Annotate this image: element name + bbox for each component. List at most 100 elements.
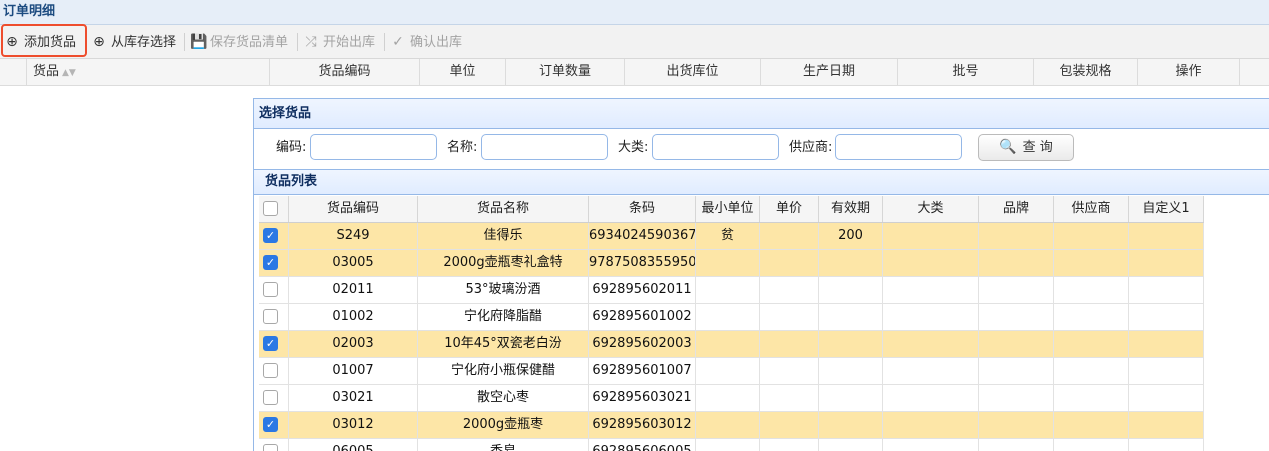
cell-code: 06005	[289, 439, 418, 451]
cell-code: 02011	[289, 277, 418, 303]
column-header-min-unit[interactable]: 最小单位	[696, 196, 760, 222]
add-goods-highlight	[1, 24, 87, 57]
cell-expiry	[819, 385, 883, 411]
column-header-category[interactable]: 大类	[883, 196, 979, 222]
category-input[interactable]	[652, 134, 779, 160]
cell-code: 03005	[289, 250, 418, 276]
row-checkbox-cell	[259, 358, 289, 384]
search-icon: 🔍	[999, 139, 1017, 155]
cell-category	[883, 331, 979, 357]
table-row[interactable]: 01007 宁化府小瓶保健醋 692895601007	[259, 358, 1204, 385]
row-checkbox[interactable]	[263, 444, 278, 451]
column-header-custom1[interactable]: 自定义1	[1129, 196, 1204, 222]
save-goods-list-button[interactable]: 💾 保存货品清单	[190, 29, 288, 55]
check-circle-icon: ✓	[392, 34, 404, 50]
confirm-outbound-button[interactable]: ✓ 确认出库	[390, 29, 462, 55]
column-header-action[interactable]: 操作	[1138, 59, 1240, 85]
table-row[interactable]: ✓ 03005 2000g壶瓶枣礼盒特 9787508355950	[259, 250, 1204, 277]
select-all-checkbox[interactable]	[263, 201, 278, 216]
cell-supplier	[1054, 304, 1129, 330]
row-checkbox[interactable]: ✓	[263, 228, 278, 243]
row-checkbox[interactable]	[263, 282, 278, 297]
toolbar-divider	[384, 33, 385, 51]
column-header-brand[interactable]: 品牌	[979, 196, 1054, 222]
row-checkbox[interactable]: ✓	[263, 255, 278, 270]
supplier-input[interactable]	[835, 134, 962, 160]
column-header-expiry[interactable]: 有效期	[819, 196, 883, 222]
cell-price	[760, 223, 819, 249]
cell-custom1	[1129, 223, 1204, 249]
cell-price	[760, 304, 819, 330]
select-from-stock-button[interactable]: ⊕ 从库存选择	[91, 29, 176, 55]
column-header-order-qty[interactable]: 订单数量	[506, 59, 625, 85]
column-header-package-spec[interactable]: 包装规格	[1034, 59, 1138, 85]
cell-brand	[979, 304, 1054, 330]
shuffle-icon: ⤮	[305, 34, 317, 50]
cell-category	[883, 385, 979, 411]
cell-brand	[979, 277, 1054, 303]
row-checkbox[interactable]	[263, 363, 278, 378]
goods-list-title: 货品列表	[254, 169, 1269, 195]
cell-supplier	[1054, 277, 1129, 303]
plus-circle-icon: ⊕	[93, 34, 105, 50]
column-header-code[interactable]: 货品编码	[289, 196, 418, 222]
table-row[interactable]: ✓ 02003 10年45°双瓷老白汾 692895602003	[259, 331, 1204, 358]
column-header-name[interactable]: 货品名称	[418, 196, 589, 222]
row-checkbox-cell	[259, 439, 289, 451]
column-header-supplier[interactable]: 供应商	[1054, 196, 1129, 222]
table-row[interactable]: 06005香皂692895606005	[259, 439, 1204, 451]
cell-code: 01002	[289, 304, 418, 330]
row-checkbox[interactable]: ✓	[263, 417, 278, 432]
cell-barcode: 6934024590367	[589, 223, 696, 249]
column-header-batch[interactable]: 批号	[898, 59, 1034, 85]
column-header-location[interactable]: 出货库位	[625, 59, 761, 85]
cell-barcode: 692895602003	[589, 331, 696, 357]
row-checkbox[interactable]	[263, 390, 278, 405]
panel-title: 订单明细	[0, 0, 1269, 25]
cell-brand	[979, 223, 1054, 249]
cell-supplier	[1054, 385, 1129, 411]
column-header-unit[interactable]: 单位	[420, 59, 506, 85]
column-header-production-date[interactable]: 生产日期	[761, 59, 898, 85]
cell-custom1	[1129, 331, 1204, 357]
table-row[interactable]: 02011 53°玻璃汾酒 692895602011	[259, 277, 1204, 304]
start-outbound-button[interactable]: ⤮ 开始出库	[303, 29, 375, 55]
goods-grid: 货品编码 货品名称 条码 最小单位 单价 有效期 大类 品牌 供应商 自定义1 …	[259, 196, 1204, 451]
cell-barcode: 692895606005	[589, 439, 696, 451]
cell-barcode: 692895601007	[589, 358, 696, 384]
cell-supplier	[1054, 250, 1129, 276]
cell-expiry	[819, 331, 883, 357]
cell-barcode: 692895603012	[589, 412, 696, 438]
table-row[interactable]: 03021 散空心枣 692895603021	[259, 385, 1204, 412]
dialog-title: 选择货品	[254, 99, 1269, 129]
select-goods-dialog: 选择货品 编码: 名称: 大类: 供应商: 🔍 查 询 货品列表 货品编码 货品名…	[253, 98, 1269, 451]
table-row[interactable]: 01002 宁化府降脂醋 692895601002	[259, 304, 1204, 331]
search-form: 编码: 名称: 大类: 供应商: 🔍 查 询	[254, 130, 1269, 166]
save-icon: 💾	[190, 34, 208, 50]
cell-name: 2000g壶瓶枣礼盒特	[418, 250, 589, 276]
column-header-barcode[interactable]: 条码	[589, 196, 696, 222]
cell-expiry	[819, 439, 883, 451]
table-row[interactable]: ✓ S249 佳得乐 6934024590367 贫 200	[259, 223, 1204, 250]
row-checkbox[interactable]: ✓	[263, 336, 278, 351]
sort-icon: ▲▼	[62, 68, 76, 78]
column-header-goods-code[interactable]: 货品编码	[270, 59, 420, 85]
table-row[interactable]: ✓ 03012 2000g壶瓶枣 692895603012	[259, 412, 1204, 439]
code-input[interactable]	[310, 134, 437, 160]
column-header-goods[interactable]: 货品 ▲▼	[27, 59, 270, 85]
row-checkbox-cell: ✓	[259, 331, 289, 357]
cell-category	[883, 304, 979, 330]
cell-barcode: 692895603021	[589, 385, 696, 411]
name-input[interactable]	[481, 134, 608, 160]
cell-expiry	[819, 277, 883, 303]
cell-min-unit	[696, 304, 760, 330]
cell-brand	[979, 358, 1054, 384]
cell-supplier	[1054, 358, 1129, 384]
row-checkbox[interactable]	[263, 309, 278, 324]
row-checkbox-cell: ✓	[259, 250, 289, 276]
query-button[interactable]: 🔍 查 询	[978, 134, 1074, 161]
cell-supplier	[1054, 223, 1129, 249]
cell-code: 02003	[289, 331, 418, 357]
toolbar-divider	[184, 33, 185, 51]
column-header-price[interactable]: 单价	[760, 196, 819, 222]
